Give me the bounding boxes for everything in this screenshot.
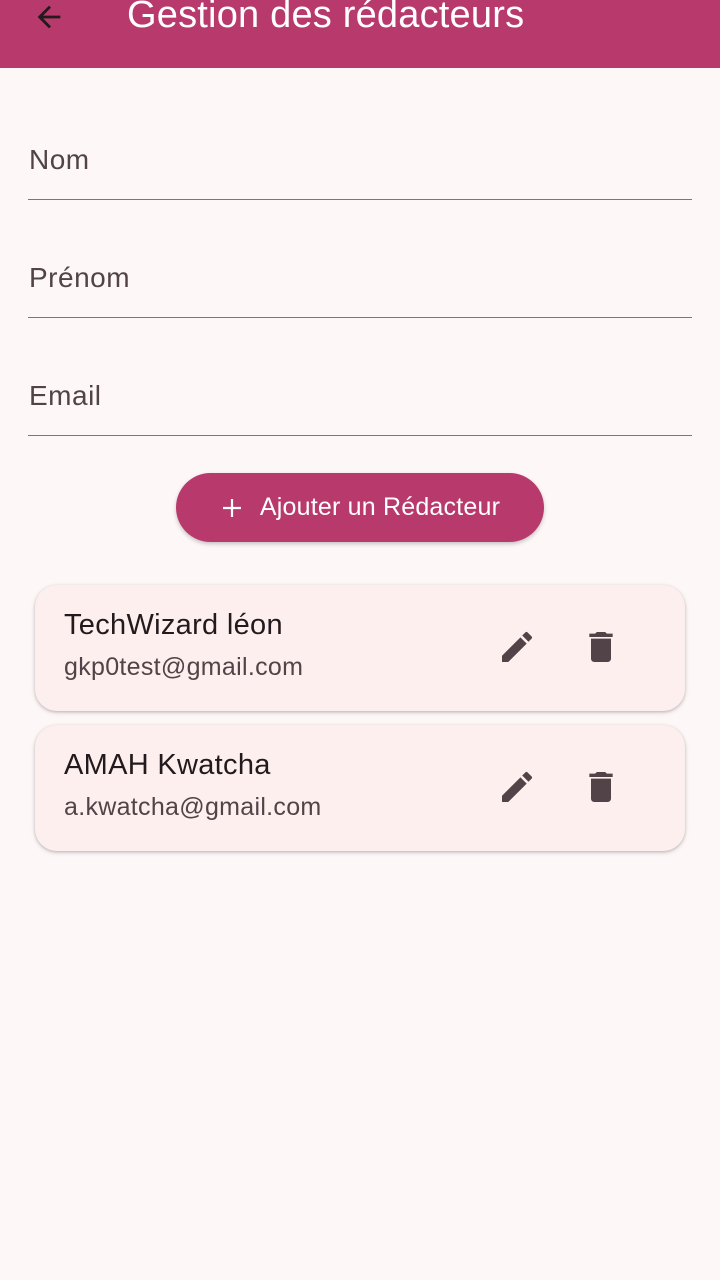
writer-name: TechWizard léon	[64, 609, 283, 641]
delete-button[interactable]	[576, 622, 626, 672]
writer-email: gkp0test@gmail.com	[64, 653, 304, 681]
writer-name: AMAH Kwatcha	[64, 749, 271, 781]
nom-field[interactable]	[28, 120, 692, 200]
email-field[interactable]	[28, 356, 692, 436]
writer-email: a.kwatcha@gmail.com	[64, 793, 322, 821]
page-title: Gestion des rédacteurs	[127, 0, 525, 36]
edit-button[interactable]	[492, 622, 542, 672]
delete-button[interactable]	[576, 762, 626, 812]
add-writer-label: Ajouter un Rédacteur	[259, 493, 501, 521]
back-button[interactable]	[24, 0, 74, 42]
writer-card: TechWizard léon gkp0test@gmail.com	[35, 585, 685, 711]
pencil-icon	[502, 771, 533, 802]
email-input[interactable]	[28, 356, 692, 435]
pencil-icon	[502, 631, 533, 662]
prenom-field[interactable]	[28, 238, 692, 318]
prenom-input[interactable]	[28, 238, 692, 317]
arrow-back-icon	[37, 5, 61, 29]
app-bar: Gestion des rédacteurs	[0, 0, 720, 68]
edit-button[interactable]	[492, 762, 542, 812]
add-writer-button[interactable]: Ajouter un Rédacteur	[176, 473, 544, 542]
nom-input[interactable]	[28, 120, 692, 199]
writer-card: AMAH Kwatcha a.kwatcha@gmail.com	[35, 725, 685, 851]
trash-icon	[589, 772, 613, 802]
trash-icon	[589, 632, 613, 662]
plus-icon	[220, 496, 244, 520]
